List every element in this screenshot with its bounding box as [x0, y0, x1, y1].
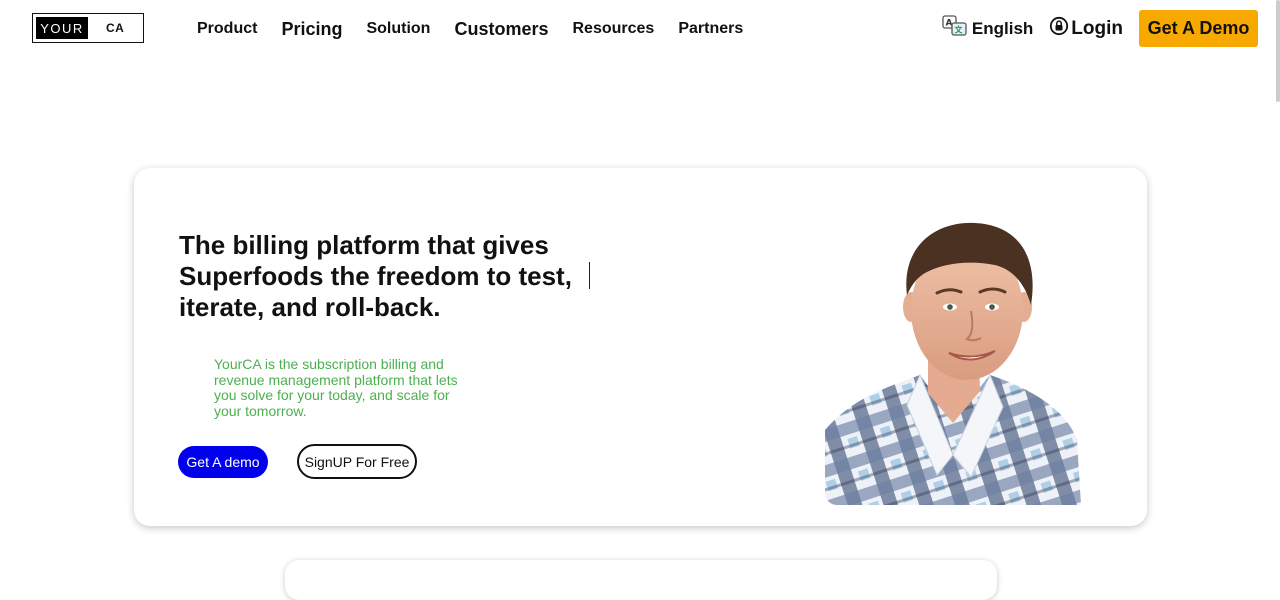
language-label: English: [971, 18, 1034, 38]
scrollbar[interactable]: [1276, 0, 1280, 102]
language-selector[interactable]: A 文 English: [942, 15, 1033, 42]
logo-ca: CA: [106, 21, 125, 35]
nav-resources[interactable]: Resources: [572, 20, 654, 38]
lock-icon: [1049, 16, 1071, 42]
logo-your: YOUR: [36, 17, 88, 39]
nav-solution[interactable]: Solution: [366, 20, 430, 38]
hero-description: YourCA is the subscription billing and r…: [214, 356, 458, 419]
typing-cursor: [589, 262, 590, 289]
hero-card: The billing platform that gives Superfoo…: [134, 168, 1147, 526]
login-label: Login: [1071, 17, 1123, 39]
login-button[interactable]: Login: [1049, 16, 1123, 42]
nav-customers[interactable]: Customers: [454, 19, 548, 40]
main-nav: Product Pricing Solution Customers Resou…: [197, 18, 767, 40]
get-demo-button[interactable]: Get A Demo: [1139, 10, 1258, 47]
svg-text:文: 文: [954, 25, 963, 35]
nav-pricing[interactable]: Pricing: [281, 19, 342, 40]
hero-headline: The billing platform that gives Superfoo…: [179, 230, 572, 322]
nav-partners[interactable]: Partners: [678, 20, 743, 38]
translate-icon: A 文: [942, 15, 972, 42]
hero-demo-button[interactable]: Get A demo: [178, 446, 268, 478]
signup-button[interactable]: SignUP For Free: [297, 444, 417, 479]
header-actions: A 文 English Login Get A Demo: [942, 10, 1258, 47]
secondary-card: [285, 560, 997, 600]
logo[interactable]: YOUR CA: [32, 13, 144, 43]
hero-person-photo: [825, 215, 1081, 505]
nav-product[interactable]: Product: [197, 20, 257, 38]
